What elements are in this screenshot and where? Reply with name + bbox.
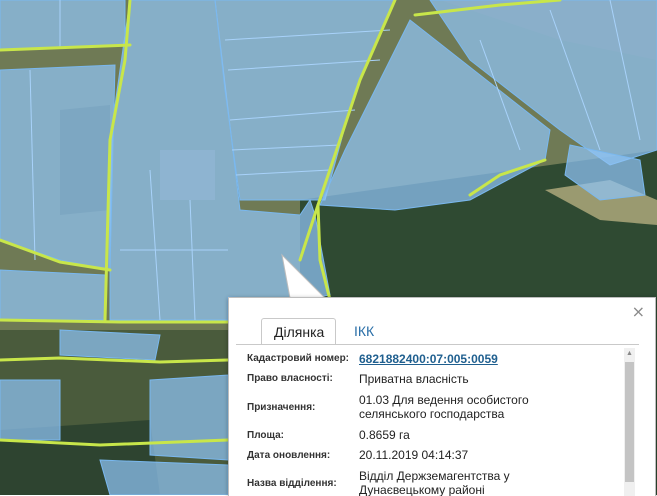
purpose-label: Призначення: xyxy=(247,401,316,413)
scroll-thumb[interactable] xyxy=(625,362,634,482)
cadastral-number-label: Кадастровий номер: xyxy=(247,353,350,364)
cadastral-number-link[interactable]: 6821882400:07:005:0059 xyxy=(359,352,498,366)
department-value: Відділ Держземагентства у Дунаєвецькому … xyxy=(359,469,510,496)
detail-row-cadastral-number: Кадастровий номер: 6821882400:07:005:005… xyxy=(247,350,627,367)
parcel-village-strip[interactable] xyxy=(59,329,161,361)
parcel-block-northwest[interactable] xyxy=(0,0,126,51)
parcel-south-central[interactable] xyxy=(149,374,229,461)
parcel-southwest-small[interactable] xyxy=(0,379,61,441)
parcel-block-west[interactable] xyxy=(0,64,116,271)
detail-row-area: Площа: 0.8659 га xyxy=(247,426,627,444)
tab-ikk[interactable]: ІКК xyxy=(342,318,386,345)
updated-value: 20.11.2019 04:14:37 xyxy=(359,448,469,462)
scroll-up-icon[interactable]: ▲ xyxy=(624,348,635,359)
parcel-info-popup: × Ділянка ІКК Кадастровий номер: 6821882… xyxy=(228,297,656,496)
detail-row-purpose: Призначення: 01.03 Для ведення особистог… xyxy=(247,390,627,424)
details-scrollbar[interactable]: ▲ xyxy=(624,348,635,496)
parcel-south[interactable] xyxy=(99,459,229,495)
area-label: Площа: xyxy=(247,429,284,441)
detail-row-updated: Дата оновлення: 20.11.2019 04:14:37 xyxy=(247,446,627,464)
updated-label: Дата оновлення: xyxy=(247,449,331,461)
parcel-block-southwest[interactable] xyxy=(0,269,106,321)
purpose-value: 01.03 Для ведення особистого селянського… xyxy=(359,393,529,421)
department-label: Назва відділення: xyxy=(247,477,337,489)
close-icon[interactable]: × xyxy=(632,304,645,320)
ownership-value: Приватна власність xyxy=(359,371,469,386)
tab-parcel[interactable]: Ділянка xyxy=(261,318,336,345)
detail-row-department: Назва відділення: Відділ Держземагентств… xyxy=(247,466,627,496)
detail-row-ownership: Право власності: Приватна власність xyxy=(247,369,627,388)
area-value: 0.8659 га xyxy=(359,428,410,442)
parcel-details: Кадастровий номер: 6821882400:07:005:005… xyxy=(247,350,627,496)
ownership-label: Право власності: xyxy=(247,373,333,384)
tab-divider xyxy=(236,344,639,345)
